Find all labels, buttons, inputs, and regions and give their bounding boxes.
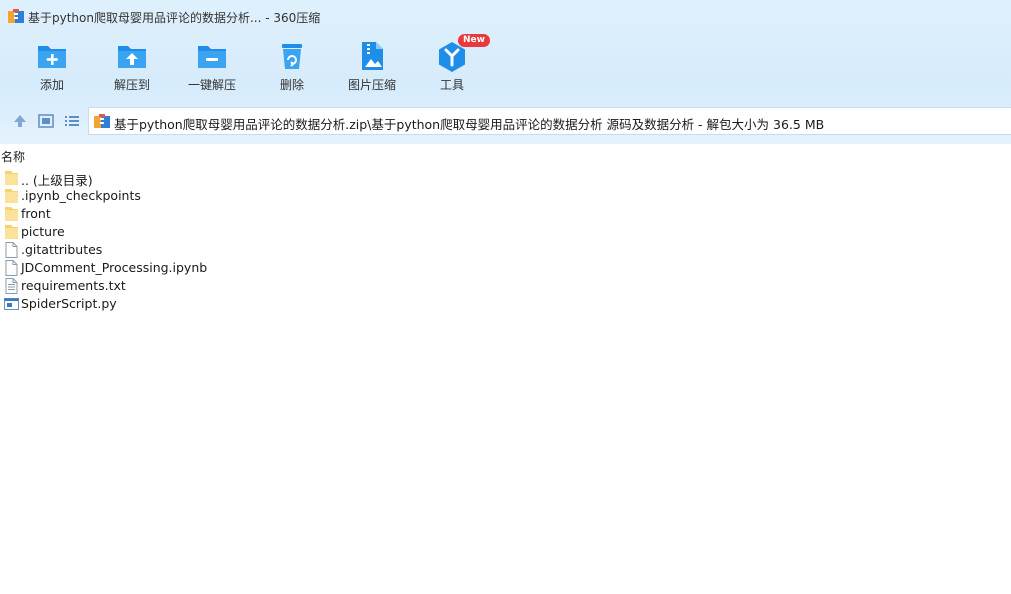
archive-icon (94, 114, 110, 128)
column-name[interactable]: 名称 (1, 148, 25, 165)
up-arrow-icon[interactable] (11, 112, 29, 130)
one-click-extract-icon (198, 46, 226, 68)
list-item[interactable]: .ipynb_checkpoints (0, 187, 300, 205)
window-title: 基于python爬取母婴用品评论的数据分析... - 360压缩 (28, 11, 321, 25)
extract-to-button[interactable]: 解压到 (92, 34, 172, 100)
file-name: front (21, 206, 51, 221)
image-compress-button[interactable]: 图片压缩 (332, 34, 412, 100)
text-file-icon (5, 278, 18, 294)
list-item-parent[interactable]: .. (上级目录) (0, 169, 300, 188)
address-path: 基于python爬取母婴用品评论的数据分析.zip\基于python爬取母婴用品… (114, 117, 825, 132)
extract-to-label: 解压到 (113, 78, 150, 92)
file-name: requirements.txt (21, 278, 126, 293)
tools-button[interactable]: New 工具 (412, 34, 492, 100)
new-badge: New (458, 34, 490, 47)
column-header[interactable]: 名称 (0, 146, 1011, 166)
archive-app-icon (8, 9, 24, 23)
image-compress-label: 图片压缩 (347, 78, 396, 92)
extract-to-icon (118, 46, 146, 68)
file-icon (5, 242, 18, 258)
thumbnail-view-icon[interactable] (37, 112, 55, 130)
file-name: JDComment_Processing.ipynb (21, 260, 208, 275)
title-bar: 基于python爬取母婴用品评论的数据分析... - 360压缩 (0, 0, 1011, 34)
list-view-icon[interactable] (63, 112, 81, 130)
file-name: picture (21, 224, 65, 239)
file-name: .ipynb_checkpoints (21, 188, 141, 203)
list-item[interactable]: front (0, 205, 300, 223)
list-item[interactable]: .gitattributes (0, 241, 300, 259)
one-click-extract-label: 一键解压 (187, 78, 236, 92)
file-icon (5, 260, 18, 276)
image-compress-icon (362, 42, 383, 70)
list-item[interactable]: SpiderScript.py (0, 295, 300, 313)
one-click-extract-button[interactable]: 一键解压 (172, 34, 252, 100)
python-file-icon (4, 298, 19, 310)
list-item[interactable]: picture (0, 223, 300, 241)
delete-label: 删除 (279, 78, 304, 92)
window-chrome: 基于python爬取母婴用品评论的数据分析... - 360压缩 添加 解压到 (0, 0, 1011, 144)
recycle-bin-icon (282, 44, 302, 69)
folder-icon (5, 225, 18, 239)
delete-button[interactable]: 删除 (252, 34, 332, 100)
list-item[interactable]: JDComment_Processing.ipynb (0, 259, 300, 277)
tools-label: 工具 (439, 78, 464, 92)
file-name: SpiderScript.py (21, 296, 117, 311)
add-label: 添加 (39, 78, 64, 92)
folder-icon (5, 207, 18, 221)
toolbar: 添加 解压到 一键解压 删除 图片压缩 New 工具 (0, 34, 1011, 100)
add-folder-icon (38, 46, 66, 68)
add-button[interactable]: 添加 (12, 34, 92, 100)
folder-icon (5, 189, 18, 203)
list-item[interactable]: requirements.txt (0, 277, 300, 295)
folder-icon (5, 171, 18, 185)
address-bar[interactable]: 基于python爬取母婴用品评论的数据分析.zip\基于python爬取母婴用品… (88, 107, 1011, 135)
file-name: .gitattributes (21, 242, 103, 257)
